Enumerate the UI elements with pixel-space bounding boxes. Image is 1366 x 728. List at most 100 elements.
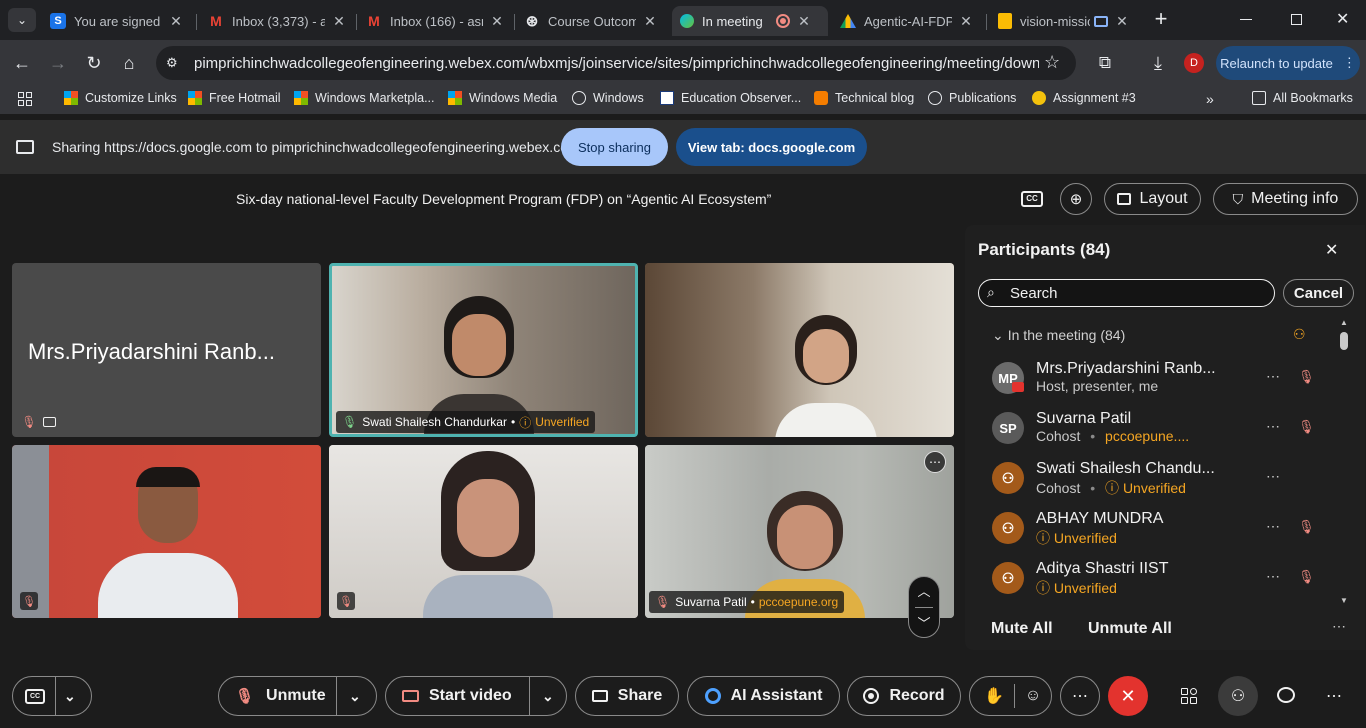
waiting-user-icon[interactable]: ⚇	[1293, 326, 1306, 343]
chevron-up-icon[interactable]: ︿	[909, 581, 939, 600]
restore-icon[interactable]	[1291, 14, 1302, 25]
tab-search-button[interactable]: ⌄	[8, 8, 36, 32]
muted-mic-icon[interactable]: 🎙	[1298, 518, 1315, 536]
unmute-control[interactable]: 🎙 Unmute ⌄	[218, 676, 377, 716]
participant-row[interactable]: ⚇ Aditya Shastri IIST ⓘ Unverified ⋯ 🎙	[990, 560, 1340, 610]
participant-row[interactable]: ⚇ Swati Shailesh Chandu... Cohost • ⓘ Un…	[990, 460, 1340, 510]
participants-toggle-button[interactable]: ⚇	[1218, 676, 1258, 716]
participants-scrollbar[interactable]: ▲ ▼	[1338, 318, 1350, 608]
minimize-icon[interactable]	[1240, 19, 1252, 20]
back-icon[interactable]: ←	[9, 50, 35, 76]
browser-tab[interactable]: M Inbox (166) - asr ✕	[358, 6, 513, 36]
apps-icon[interactable]	[1181, 688, 1197, 704]
share-button[interactable]: Share	[575, 676, 679, 716]
close-icon[interactable]: ✕	[168, 13, 184, 30]
close-icon[interactable]: ✕	[331, 13, 347, 30]
meeting-info-button[interactable]: ⛉ Meeting info	[1213, 183, 1358, 215]
apps-icon[interactable]	[18, 92, 32, 106]
more-options-icon[interactable]: ⋯	[1266, 568, 1280, 585]
close-panel-icon[interactable]: ✕	[1325, 240, 1338, 260]
bookmark-item[interactable]: Windows Media	[448, 91, 557, 105]
video-tile-active-speaker[interactable]: 🎙 Swati Shailesh Chandurkar • ⓘ Unverifi…	[329, 263, 638, 437]
ai-assistant-button[interactable]: AI Assistant	[687, 676, 840, 716]
close-icon[interactable]: ✕	[958, 13, 974, 30]
reactions-control[interactable]: ✋ ☺	[969, 676, 1052, 716]
unmute-all-button[interactable]: Unmute All	[1088, 620, 1172, 638]
bookmark-item[interactable]: Publications	[928, 91, 1016, 105]
chevron-down-icon[interactable]: ﹀	[909, 613, 939, 632]
more-vert-icon[interactable]: ⋯	[1326, 686, 1342, 706]
bookmark-item[interactable]: Education Observer...	[660, 91, 801, 105]
closed-captions-icon[interactable]: CC	[1021, 191, 1043, 207]
in-meeting-section-header[interactable]: ⌄ In the meeting (84)	[992, 327, 1125, 344]
download-icon[interactable]: ⤓	[1145, 50, 1171, 76]
leave-meeting-button[interactable]: ✕	[1108, 676, 1148, 716]
zoom-button[interactable]: ⊕	[1060, 183, 1092, 215]
reload-icon[interactable]: ↻	[81, 50, 107, 76]
start-video-control[interactable]: Start video ⌄	[385, 676, 567, 716]
chevron-down-icon[interactable]: ⌄	[64, 688, 76, 705]
bookmark-item[interactable]: Customize Links	[64, 91, 177, 105]
participant-search-input[interactable]: ⌕ Search	[978, 279, 1275, 307]
extensions-icon[interactable]: ⧉	[1092, 50, 1118, 76]
video-tile[interactable]: 🎙	[12, 445, 321, 618]
url-text[interactable]: pimprichinchwadcollegeofengineering.webe…	[194, 55, 1039, 72]
browser-tab[interactable]: vision-missic ✕	[990, 6, 1140, 36]
browser-tab[interactable]: ⊛ Course Outcome ✕	[516, 6, 666, 36]
more-options-icon[interactable]: ⋯	[1266, 518, 1280, 535]
close-icon[interactable]: ✕	[796, 13, 812, 30]
browser-tab[interactable]: Agentic-AI-FDP ✕	[832, 6, 982, 36]
cancel-search-button[interactable]: Cancel	[1283, 279, 1354, 307]
chat-icon[interactable]	[1277, 687, 1295, 703]
close-icon[interactable]: ✕	[489, 13, 505, 30]
bookmark-item[interactable]: Assignment #3	[1032, 91, 1136, 105]
raise-hand-icon[interactable]: ✋	[984, 686, 1004, 706]
window-close-icon[interactable]: ✕	[1336, 9, 1349, 29]
muted-mic-icon[interactable]: 🎙	[1298, 418, 1315, 436]
close-icon[interactable]: ✕	[642, 13, 658, 30]
bookmark-item[interactable]: Windows	[572, 91, 644, 105]
close-icon[interactable]: ✕	[1114, 13, 1130, 30]
muted-mic-icon[interactable]: 🎙	[1298, 568, 1315, 586]
participant-row[interactable]: SP Suvarna Patil Cohost • pccoepune.... …	[990, 410, 1340, 460]
participant-row[interactable]: MP Mrs.Priyadarshini Ranb... Host, prese…	[990, 360, 1340, 410]
record-button[interactable]: Record	[847, 676, 961, 716]
home-icon[interactable]: ⌂	[116, 50, 142, 76]
profile-avatar[interactable]: D	[1184, 53, 1204, 73]
video-tile[interactable]: 🎙	[329, 445, 638, 618]
speaker-name-tag: 🎙 Swati Shailesh Chandurkar • ⓘ Unverifi…	[336, 411, 596, 433]
more-options-button[interactable]: ⋯	[1060, 676, 1100, 716]
browser-tab[interactable]: S You are signed in ✕	[42, 6, 192, 36]
more-options-icon[interactable]: ⋯	[1266, 418, 1280, 435]
more-options-icon[interactable]: ⋯	[1266, 468, 1280, 485]
bookmark-label: Windows Media	[469, 91, 558, 105]
relaunch-button[interactable]: Relaunch to update ⋮	[1216, 46, 1360, 80]
more-options-icon[interactable]: ⋯	[1266, 368, 1280, 385]
bookmark-item[interactable]: Windows Marketpla...	[294, 91, 434, 105]
address-bar[interactable]: ⚙ pimprichinchwadcollegeofengineering.we…	[156, 46, 1076, 80]
site-info-icon[interactable]: ⚙	[166, 55, 178, 71]
view-tab-button[interactable]: View tab: docs.google.com	[676, 128, 867, 166]
layout-button[interactable]: Layout	[1104, 183, 1201, 215]
chevron-down-icon[interactable]: ⌄	[542, 688, 554, 705]
stop-sharing-button[interactable]: Stop sharing	[561, 128, 668, 166]
bookmark-star-icon[interactable]: ☆	[1044, 52, 1060, 73]
video-tile[interactable]	[645, 263, 954, 437]
bookmark-item[interactable]: Technical blog	[814, 91, 914, 105]
more-bookmarks-icon[interactable]: »	[1206, 91, 1214, 107]
new-tab-button[interactable]: +	[1150, 8, 1172, 30]
muted-mic-icon[interactable]: 🎙	[1298, 368, 1315, 386]
mute-all-button[interactable]: Mute All	[991, 620, 1053, 638]
forward-icon[interactable]: →	[45, 50, 71, 76]
chevron-down-icon[interactable]: ⌄	[349, 688, 361, 705]
all-bookmarks[interactable]: All Bookmarks	[1252, 91, 1353, 105]
browser-tab[interactable]: M Inbox (3,373) - a ✕	[200, 6, 355, 36]
bookmark-item[interactable]: Free Hotmail	[188, 91, 281, 105]
browser-tab-active[interactable]: In meeting ✕	[672, 6, 828, 36]
tile-more-button[interactable]: ⋯	[924, 451, 946, 473]
video-tile-host[interactable]: Mrs.Priyadarshini Ranb... 🎙	[12, 263, 321, 437]
reaction-smiley-icon[interactable]: ☺	[1025, 687, 1041, 705]
participant-row[interactable]: ⚇ ABHAY MUNDRA ⓘ Unverified ⋯ 🎙	[990, 510, 1340, 560]
panel-more-icon[interactable]: ⋯	[1332, 618, 1346, 635]
captions-control[interactable]: CC ⌄	[12, 676, 92, 716]
